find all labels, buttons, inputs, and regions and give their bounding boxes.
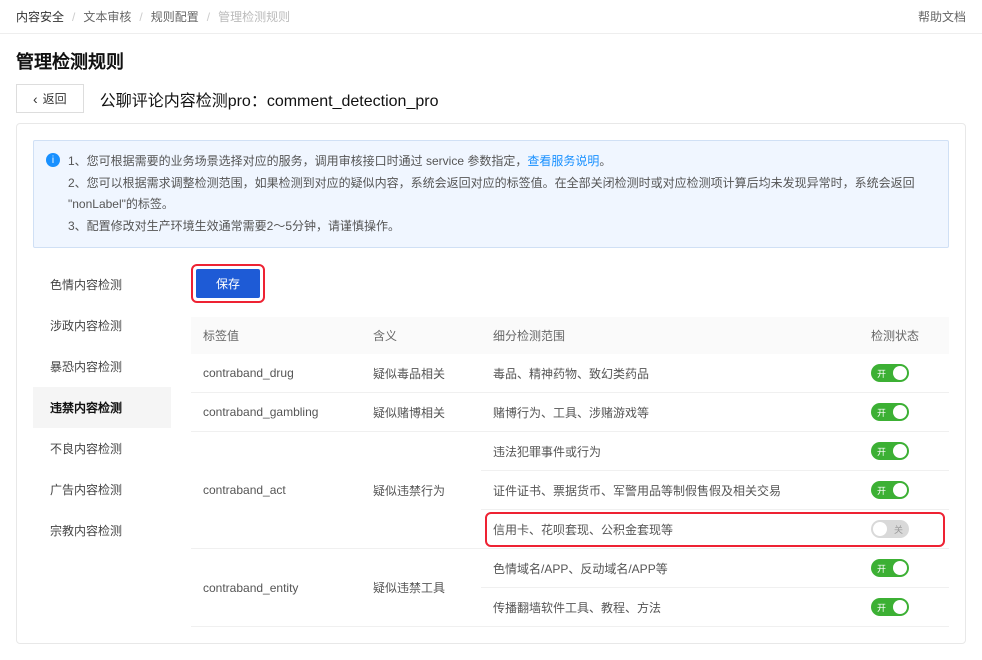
crumb-c[interactable]: 规则配置 [151,8,199,25]
cell-status: 开 [859,588,949,627]
crumb-b[interactable]: 文本审核 [83,8,131,25]
col-detail: 细分检测范围 [481,317,859,354]
sidebar-item[interactable]: 违禁内容检测 [33,387,171,428]
cell-tag: contraband_gambling [191,393,361,432]
info-banner: i 1、您可根据需要的业务场景选择对应的服务，调用审核接口时通过 service… [33,140,949,248]
service-doc-link[interactable]: 查看服务说明 [527,154,599,168]
sidebar-item[interactable]: 涉政内容检测 [33,305,171,346]
cell-detail: 信用卡、花呗套现、公积金套现等 [481,510,859,549]
breadcrumb: 内容安全 / 文本审核 / 规则配置 / 管理检测规则 [16,8,290,25]
service-name: 公聊评论内容检测pro：comment_detection_pro [100,87,439,111]
cell-detail: 赌博行为、工具、涉赌游戏等 [481,393,859,432]
cell-status: 开 [859,354,949,393]
cell-detail: 证件证书、票据货币、军警用品等制假售假及相关交易 [481,471,859,510]
help-docs-link[interactable]: 帮助文档 [918,8,966,25]
cell-status: 开 [859,393,949,432]
toggle-switch[interactable]: 开 [871,559,909,577]
crumb-current: 管理检测规则 [218,8,290,25]
crumb-root[interactable]: 内容安全 [16,8,64,25]
save-button[interactable]: 保存 [196,269,260,298]
sidebar-item[interactable]: 宗教内容检测 [33,510,171,551]
col-status: 检测状态 [859,317,949,354]
info-icon: i [46,153,60,167]
col-tag: 标签值 [191,317,361,354]
cell-detail: 色情域名/APP、反动域名/APP等 [481,549,859,588]
table-row: contraband_act疑似违禁行为违法犯罪事件或行为开 [191,432,949,471]
cell-status: 开 [859,432,949,471]
col-mean: 含义 [361,317,481,354]
toggle-switch[interactable]: 开 [871,364,909,382]
sidebar-item[interactable]: 暴恐内容检测 [33,346,171,387]
cell-status: 开 [859,549,949,588]
cell-status: 关 [859,510,949,549]
cell-meaning: 疑似违禁行为 [361,432,481,549]
cell-meaning: 疑似赌博相关 [361,393,481,432]
cell-detail: 毒品、精神药物、致幻类药品 [481,354,859,393]
category-sidebar: 色情内容检测涉政内容检测暴恐内容检测违禁内容检测不良内容检测广告内容检测宗教内容… [33,264,171,627]
sidebar-item[interactable]: 广告内容检测 [33,469,171,510]
toggle-switch[interactable]: 开 [871,598,909,616]
sidebar-item[interactable]: 不良内容检测 [33,428,171,469]
cell-tag: contraband_entity [191,549,361,627]
save-highlight: 保存 [191,264,265,303]
toggle-switch[interactable]: 开 [871,481,909,499]
toggle-switch[interactable]: 开 [871,442,909,460]
cell-detail: 传播翻墙软件工具、教程、方法 [481,588,859,627]
toggle-switch[interactable]: 开 [871,403,909,421]
cell-meaning: 疑似毒品相关 [361,354,481,393]
page-title: 管理检测规则 [16,48,966,74]
cell-tag: contraband_drug [191,354,361,393]
table-row: contraband_gambling疑似赌博相关赌博行为、工具、涉赌游戏等开 [191,393,949,432]
rules-table: 标签值 含义 细分检测范围 检测状态 contraband_drug疑似毒品相关… [191,317,949,627]
back-button[interactable]: 返回 [16,84,84,113]
cell-meaning: 疑似违禁工具 [361,549,481,627]
sidebar-item[interactable]: 色情内容检测 [33,264,171,305]
table-row: contraband_entity疑似违禁工具色情域名/APP、反动域名/APP… [191,549,949,588]
cell-status: 开 [859,471,949,510]
cell-tag: contraband_act [191,432,361,549]
toggle-switch[interactable]: 关 [871,520,909,538]
cell-detail: 违法犯罪事件或行为 [481,432,859,471]
table-row: contraband_drug疑似毒品相关毒品、精神药物、致幻类药品开 [191,354,949,393]
